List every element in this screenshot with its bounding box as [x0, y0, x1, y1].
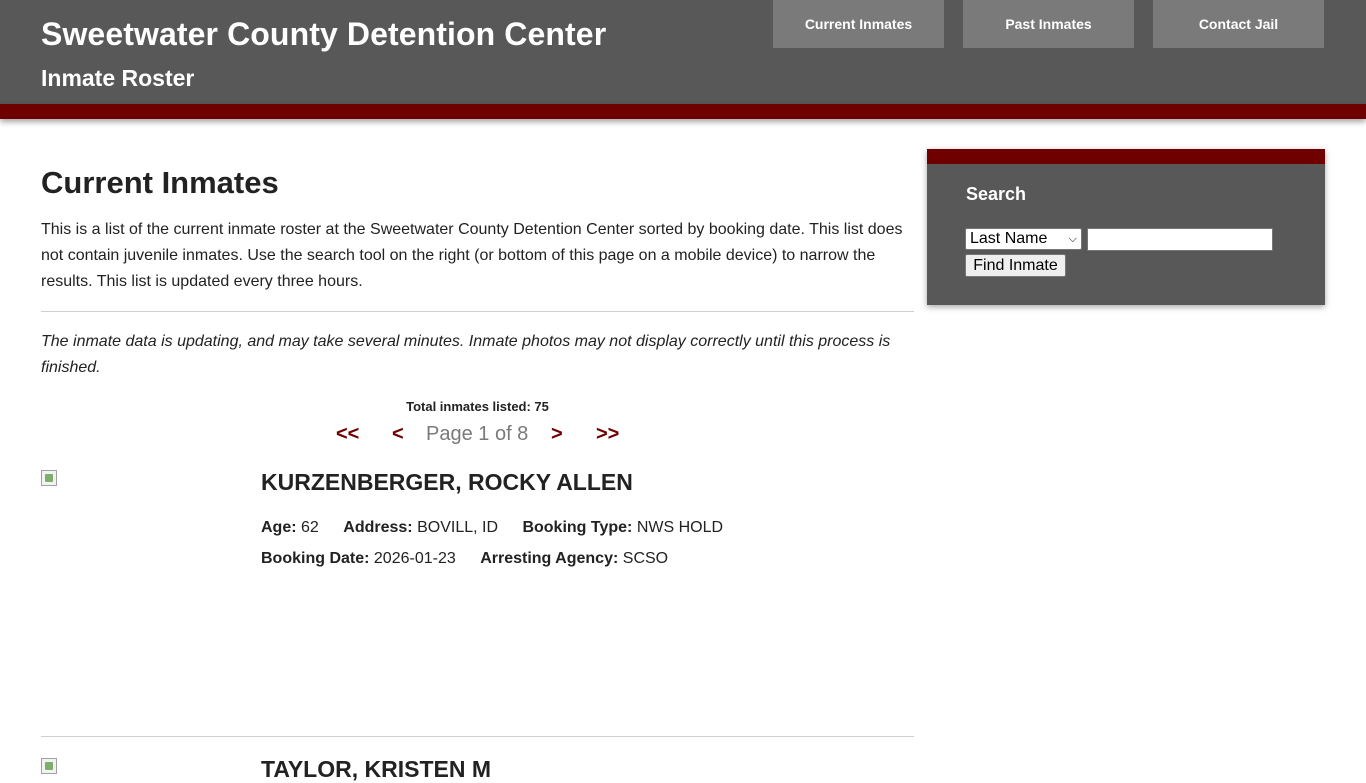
booking-date-label: Booking Date:: [261, 550, 370, 567]
inmate-name: TAYLOR, KRISTEN M: [261, 756, 492, 782]
chevron-down-icon: ⌵: [1068, 232, 1077, 245]
search-heading: Search: [966, 184, 1027, 204]
search-field-selected-value: Last Name: [970, 230, 1048, 247]
nav-current-inmates-button[interactable]: Current Inmates: [773, 0, 944, 48]
pager-prev-link[interactable]: <: [392, 421, 404, 447]
age-field: Age: 62: [261, 519, 319, 536]
pager-first-link[interactable]: <<: [336, 421, 359, 447]
search-input[interactable]: [1087, 228, 1273, 251]
update-notice: The inmate data is updating, and may tak…: [41, 333, 891, 376]
nav-contact-jail-button[interactable]: Contact Jail: [1153, 0, 1324, 48]
search-panel-accent: [927, 149, 1325, 164]
age-label: Age:: [261, 519, 297, 536]
site-title: Sweetwater County Detention Center: [41, 16, 607, 52]
site-header: Sweetwater County Detention Center Inmat…: [0, 0, 1366, 104]
booking-type-field: Booking Type: NWS HOLD: [522, 519, 723, 536]
arresting-agency-value: SCSO: [622, 550, 669, 567]
booking-date-value: 2026-01-23: [373, 550, 456, 567]
divider: [41, 311, 914, 312]
nav-past-inmates-button[interactable]: Past Inmates: [963, 0, 1134, 48]
divider: [41, 736, 914, 737]
booking-date-field: Booking Date: 2026-01-23: [261, 550, 456, 567]
total-inmates: Total inmates listed: 75: [406, 399, 549, 414]
inmate-photo-broken-image-icon[interactable]: [41, 758, 57, 774]
inmate-details-row: Booking Date: 2026-01-23 Arresting Agenc…: [261, 550, 688, 568]
pager-last-link[interactable]: >>: [596, 421, 619, 447]
address-field: Address: BOVILL, ID: [343, 519, 498, 536]
search-field-select[interactable]: Last Name ⌵: [965, 228, 1082, 250]
age-value: 62: [301, 519, 319, 536]
site-subtitle: Inmate Roster: [41, 65, 195, 91]
pager-label: Page 1 of 8: [426, 423, 529, 445]
search-panel: Search Last Name ⌵ Find Inmate: [927, 149, 1325, 305]
inmate-photo-broken-image-icon[interactable]: [41, 470, 57, 486]
find-inmate-button[interactable]: Find Inmate: [965, 254, 1066, 277]
inmate-name: KURZENBERGER, ROCKY ALLEN: [261, 469, 633, 495]
booking-type-label: Booking Type:: [522, 519, 633, 536]
arresting-agency-field: Arresting Agency: SCSO: [480, 550, 668, 567]
header-accent-stripe: [0, 104, 1366, 119]
address-label: Address:: [343, 519, 413, 536]
intro-text: This is a list of the current inmate ros…: [41, 221, 903, 290]
address-value: BOVILL, ID: [417, 519, 498, 536]
arresting-agency-label: Arresting Agency:: [480, 550, 619, 567]
pager-next-link[interactable]: >: [551, 421, 563, 447]
booking-type-value: NWS HOLD: [636, 519, 724, 536]
page-title: Current Inmates: [41, 165, 279, 200]
inmate-details-row: Age: 62 Address: BOVILL, ID Booking Type…: [261, 519, 743, 537]
